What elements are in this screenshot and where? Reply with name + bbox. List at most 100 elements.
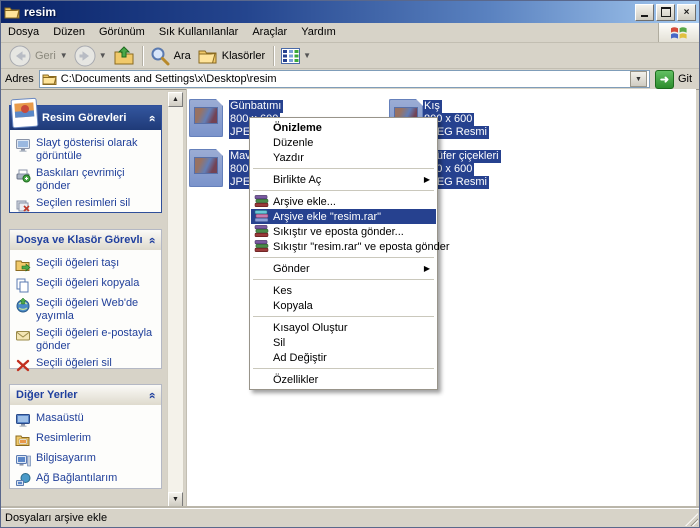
search-icon [150, 46, 170, 66]
context-item-zip-named-and-email[interactable]: Sıkıştır "resim.rar" ve eposta gönder [251, 239, 436, 254]
sidebar-item-label: Seçili öğeleri taşı [36, 257, 119, 273]
context-item-delete[interactable]: Sil [251, 335, 436, 350]
menu-dosya[interactable]: Dosya [1, 23, 46, 42]
explorer-window: resim × Dosya Düzen Görünüm Sık Kullanıl… [0, 0, 700, 528]
maximize-button[interactable] [656, 4, 675, 21]
sidebar-item-slideshow[interactable]: Slayt gösterisi olarak görüntüle [15, 137, 157, 163]
menu-separator [253, 257, 434, 258]
sidebar-scrollbar[interactable]: ▲ ▼ [167, 91, 184, 508]
menu-araclar[interactable]: Araçlar [245, 23, 294, 42]
forward-dropdown-icon[interactable]: ▼ [99, 52, 107, 60]
menu-yardim[interactable]: Yardım [294, 23, 343, 42]
sidebar-item-email[interactable]: Seçili öğeleri e-postayla gönder [15, 327, 157, 353]
collapse-chevron-icon[interactable]: » [145, 115, 159, 122]
file-name[interactable]: Kış [423, 100, 442, 113]
submenu-arrow-icon: ▶ [424, 175, 430, 184]
sidebar-item-order-prints[interactable]: Baskıları çevrimiçi gönder [15, 167, 157, 193]
sidebar-item-my-computer[interactable]: Bilgisayarım [15, 452, 157, 468]
context-item-label: Arşive ekle "resim.rar" [273, 211, 381, 223]
winrar-icon [254, 225, 269, 238]
context-item-label: Gönder [273, 263, 310, 275]
titlebar: resim × [1, 1, 699, 23]
folders-button[interactable]: Klasörler [195, 46, 269, 66]
folders-icon [198, 47, 218, 65]
context-item-copy[interactable]: Kopyala [251, 298, 436, 313]
window-title: resim [24, 5, 635, 19]
back-button[interactable]: Geri ▼ [6, 44, 71, 68]
sidebar-item-desktop[interactable]: Masaüstü [15, 412, 157, 428]
sidebar-item-delete[interactable]: Seçili öğeleri sil [15, 357, 157, 373]
context-item-label: Birlikte Aç [273, 174, 321, 186]
sidebar-item-delete-pictures[interactable]: Seçilen resimleri sil [15, 197, 157, 213]
context-item-create-shortcut[interactable]: Kısayol Oluştur [251, 320, 436, 335]
sidebar-item-network[interactable]: Ağ Bağlantılarım [15, 472, 157, 488]
scroll-down-button[interactable]: ▼ [168, 492, 183, 507]
other-places-panel: Diğer Yerler » Masaüstü Resimlerim Bilgi… [9, 384, 162, 489]
folder-icon [4, 5, 20, 19]
menubar: Dosya Düzen Görünüm Sık Kullanılanlar Ar… [1, 23, 699, 43]
minimize-button[interactable] [635, 4, 654, 21]
search-button[interactable]: Ara [147, 45, 195, 67]
up-button[interactable] [110, 45, 138, 67]
context-item-add-to-archive-named[interactable]: Arşive ekle "resim.rar" [251, 209, 436, 224]
collapse-chevron-icon[interactable]: » [145, 237, 159, 244]
move-icon [15, 257, 31, 273]
context-item-print[interactable]: Yazdır [251, 150, 436, 165]
context-item-open-with[interactable]: Birlikte Aç ▶ [251, 172, 436, 187]
context-item-edit[interactable]: Düzenle [251, 135, 436, 150]
sidebar-item-label: Slayt gösterisi olarak görüntüle [36, 137, 157, 163]
submenu-arrow-icon: ▶ [424, 264, 430, 273]
address-dropdown-button[interactable]: ▼ [630, 71, 647, 87]
context-item-send-to[interactable]: Gönder ▶ [251, 261, 436, 276]
winrar-icon [254, 195, 269, 208]
sidebar-item-label: Seçili öğeleri kopyala [36, 277, 139, 293]
menu-separator [253, 316, 434, 317]
context-item-properties[interactable]: Özellikler [251, 372, 436, 387]
sidebar-item-label: Baskıları çevrimiçi gönder [36, 167, 157, 193]
address-input[interactable]: C:\Documents and Settings\x\Desktop\resi… [39, 70, 650, 88]
menu-sik-kullanilanlar[interactable]: Sık Kullanılanlar [152, 23, 246, 42]
resize-grip[interactable] [685, 513, 698, 526]
context-item-preview[interactable]: Önizleme [251, 120, 436, 135]
selection-tint [189, 149, 223, 187]
menu-gorunum[interactable]: Görünüm [92, 23, 152, 42]
views-dropdown-icon[interactable]: ▼ [303, 52, 311, 60]
toolbar: Geri ▼ ▼ Ara Klasörler ▼ [1, 43, 699, 69]
file-tasks-header[interactable]: Dosya ve Klasör Görevlı » [10, 230, 161, 250]
statusbar: Dosyaları arşive ekle [1, 508, 699, 527]
file-icon-gunbatimi[interactable] [189, 99, 223, 137]
file-icon-mavi-tepeler[interactable] [189, 149, 223, 187]
close-button[interactable]: × [677, 4, 696, 21]
go-button[interactable]: ➜ Git [655, 70, 695, 89]
copy-icon [15, 277, 31, 293]
sidebar-item-copy[interactable]: Seçili öğeleri kopyala [15, 277, 157, 293]
sidebar-item-publish-web[interactable]: Seçili öğeleri Web'de yayımla [15, 297, 157, 323]
menu-duzen[interactable]: Düzen [46, 23, 92, 42]
context-item-add-to-archive[interactable]: Arşive ekle... [251, 194, 436, 209]
sidebar-item-label: Seçili öğeleri Web'de yayımla [36, 297, 157, 323]
context-item-zip-and-email[interactable]: Sıkıştır ve eposta gönder... [251, 224, 436, 239]
collapse-chevron-icon[interactable]: » [145, 392, 159, 399]
sidebar-item-move[interactable]: Seçili öğeleri taşı [15, 257, 157, 273]
context-item-rename[interactable]: Ad Değiştir [251, 350, 436, 365]
context-item-label: Sıkıştır "resim.rar" ve eposta gönder [273, 241, 450, 253]
back-dropdown-icon[interactable]: ▼ [60, 52, 68, 60]
forward-button[interactable]: ▼ [71, 44, 110, 68]
address-label: Adres [5, 73, 34, 85]
scroll-up-button[interactable]: ▲ [168, 92, 183, 107]
picture-tasks-title: Resim Görevleri [42, 112, 126, 124]
context-item-cut[interactable]: Kes [251, 283, 436, 298]
file-tasks-panel: Dosya ve Klasör Görevlı » Seçili öğeleri… [9, 229, 162, 369]
picture-tasks-icon [10, 96, 40, 130]
print-online-icon [15, 167, 31, 183]
menu-separator [253, 368, 434, 369]
views-button[interactable]: ▼ [278, 47, 314, 65]
delete-x-icon [15, 357, 31, 373]
windows-logo [658, 23, 699, 42]
file-name[interactable]: Günbatımı [229, 100, 283, 113]
sidebar-item-my-pictures[interactable]: Resimlerim [15, 432, 157, 448]
network-icon [15, 472, 31, 488]
folders-label: Klasörler [222, 50, 265, 62]
other-places-header[interactable]: Diğer Yerler » [10, 385, 161, 405]
search-label: Ara [174, 50, 191, 62]
